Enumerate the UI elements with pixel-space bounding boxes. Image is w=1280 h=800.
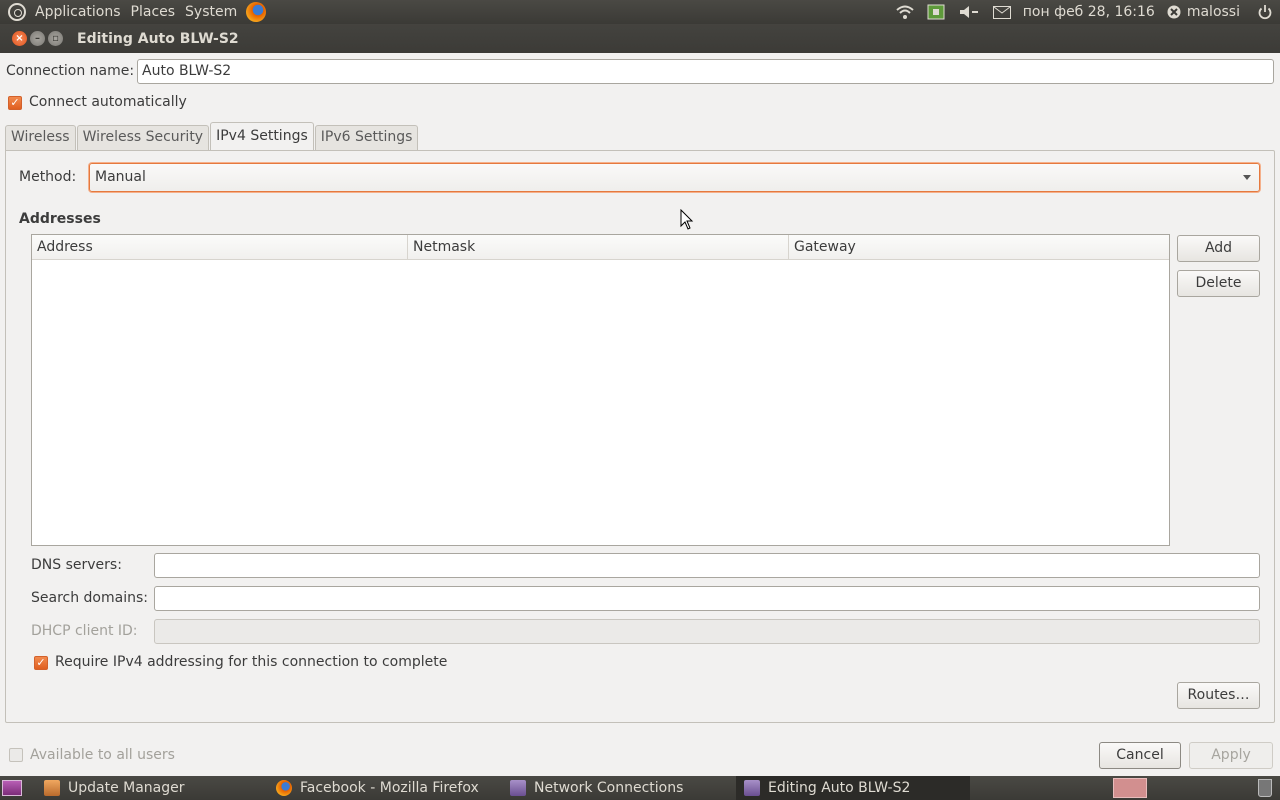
require-ipv4-label[interactable]: Require IPv4 addressing for this connect… [55,654,447,670]
wifi-icon[interactable] [895,4,915,20]
connection-name-field[interactable]: Auto BLW-S2 [137,59,1274,84]
require-ipv4-checkbox[interactable]: ✓ [34,656,48,670]
volume-icon[interactable] [959,5,981,19]
firefox-launcher-icon[interactable] [246,2,267,22]
dns-servers-field[interactable] [154,553,1260,578]
available-to-all-users-checkbox [9,748,23,762]
method-dropdown[interactable]: Manual [89,163,1260,192]
routes-button[interactable]: Routes… [1177,682,1260,709]
connect-automatically-label[interactable]: Connect automatically [29,94,187,110]
search-domains-field[interactable] [154,586,1260,611]
ubuntu-logo-icon[interactable] [8,3,26,21]
clock[interactable]: пон феб 28, 16:16 [1023,4,1155,20]
workspace-switcher[interactable] [1113,778,1147,798]
close-window-button[interactable]: × [12,31,27,46]
search-domains-label: Search domains: [31,590,148,606]
mail-icon[interactable] [992,5,1011,19]
available-to-all-users-label: Available to all users [30,747,175,763]
dhcp-client-id-label: DHCP client ID: [31,623,138,639]
taskbar-item-update-manager[interactable]: Update Manager [44,776,268,800]
column-header-address[interactable]: Address [32,235,408,260]
tab-ipv4-settings[interactable]: IPv4 Settings [210,122,314,150]
places-menu[interactable]: Places [126,0,181,24]
column-header-gateway[interactable]: Gateway [789,235,1169,260]
user-status-icon[interactable] [1167,5,1181,19]
add-address-button[interactable]: Add [1177,235,1260,262]
tab-ipv6-settings[interactable]: IPv6 Settings [314,125,419,150]
top-panel: Applications Places System пон феб 28, 1… [0,0,1280,24]
connection-name-label: Connection name: [6,63,135,79]
addresses-heading: Addresses [19,211,101,227]
dns-servers-label: DNS servers: [31,557,122,573]
delete-address-button[interactable]: Delete [1177,270,1260,297]
system-menu[interactable]: System [180,0,242,24]
tab-wireless[interactable]: Wireless [5,125,76,150]
main-menu-bar: Applications Places System [0,0,267,24]
maximize-window-button[interactable]: ▫ [48,31,63,46]
window-title: Editing Auto BLW-S2 [77,30,239,47]
settings-tabs: Wireless Wireless Security IPv4 Settings… [5,122,419,150]
cancel-button[interactable]: Cancel [1099,742,1181,769]
bottom-taskbar: Update Manager Facebook - Mozilla Firefo… [0,776,1280,800]
addresses-table-header: Address Netmask Gateway [32,235,1169,260]
firefox-icon [276,780,292,796]
network-manager-icon[interactable] [927,3,947,21]
network-connections-icon [510,780,526,796]
minimize-window-button[interactable]: – [30,31,45,46]
dhcp-client-id-field [154,619,1260,644]
taskbar-item-editing-auto-blw-s2[interactable]: Editing Auto BLW-S2 [736,776,970,800]
tab-wireless-security[interactable]: Wireless Security [76,125,210,150]
window-titlebar[interactable]: × – ▫ Editing Auto BLW-S2 [0,24,1280,53]
taskbar-item-label: Facebook - Mozilla Firefox [300,780,479,796]
network-connections-icon [744,780,760,796]
show-desktop-icon[interactable] [2,780,22,796]
trash-icon[interactable] [1258,779,1272,797]
chevron-down-icon [1243,175,1251,180]
taskbar-item-firefox[interactable]: Facebook - Mozilla Firefox [276,776,502,800]
taskbar-item-label: Editing Auto BLW-S2 [768,780,911,796]
taskbar-item-network-connections[interactable]: Network Connections [510,776,734,800]
taskbar-item-label: Update Manager [68,780,185,796]
addresses-table[interactable]: Address Netmask Gateway [31,234,1170,546]
method-selected-value: Manual [95,169,146,185]
applications-menu[interactable]: Applications [30,0,126,24]
power-icon[interactable] [1258,4,1272,20]
update-manager-icon [44,780,60,796]
user-name[interactable]: malossi [1187,4,1240,20]
method-label: Method: [19,169,77,185]
apply-button: Apply [1189,742,1273,769]
system-tray: пон феб 28, 16:16 malossi [889,0,1280,24]
mouse-pointer-icon [680,209,694,230]
taskbar-item-label: Network Connections [534,780,684,796]
connect-automatically-checkbox[interactable]: ✓ [8,96,22,110]
column-header-netmask[interactable]: Netmask [408,235,789,260]
